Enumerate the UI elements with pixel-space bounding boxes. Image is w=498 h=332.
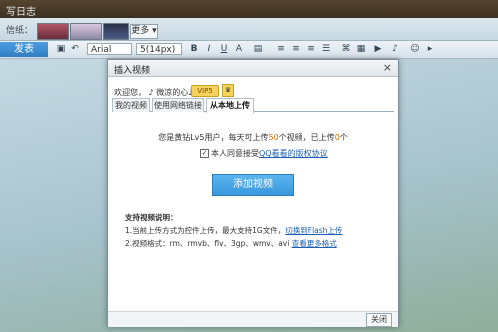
bold-button[interactable]: B — [188, 43, 200, 55]
agreement-row: ✓ 本人同意接受QQ看看的版权协议 — [200, 148, 328, 159]
tab-network-link[interactable]: 使用网络链接 — [152, 98, 204, 112]
insert-video-dialog: 插入视频 × 欢迎您， ♪ 微凉的心♪ VIP5 ♛ 我的视频 使用网络链接 从… — [107, 59, 399, 327]
more-stationery-button[interactable]: 更多 ▾ — [130, 24, 158, 39]
align-right-icon[interactable]: ≡ — [305, 43, 317, 55]
note-2-text: 2.视频格式：rm、rmvb、flv、3gp、wmv、avi — [125, 239, 290, 248]
close-button[interactable]: 关闭 — [366, 313, 392, 327]
stationery-label: 信纸： — [6, 26, 34, 36]
note-2: 2.视频格式：rm、rmvb、flv、3gp、wmv、avi 查看更多格式 — [125, 237, 342, 250]
window-titlebar: 写日志 — [0, 0, 498, 18]
video-icon[interactable]: ▶ — [372, 43, 384, 55]
stationery-thumb-2[interactable] — [70, 23, 102, 40]
add-video-button[interactable]: 添加视频 — [212, 174, 294, 196]
quota-limit: 50 — [268, 133, 279, 142]
vip-badge: VIP5 — [191, 85, 219, 97]
agree-checkbox[interactable]: ✓ — [200, 149, 209, 158]
dialog-header: 插入视频 × — [108, 60, 398, 77]
note-1: 1.当前上传方式为控件上传，最大支持1G文件，切换到Flash上传 — [125, 224, 342, 237]
dialog-footer: 关闭 — [108, 311, 398, 327]
more-tools-icon[interactable]: ▸ — [424, 43, 436, 55]
align-left-icon[interactable]: ≡ — [275, 43, 287, 55]
switch-flash-link[interactable]: 切换到Flash上传 — [285, 226, 342, 235]
stationery-thumb-1[interactable] — [37, 23, 69, 40]
notes-title: 支持视频说明： — [125, 213, 178, 222]
highlight-icon[interactable]: ▤ — [252, 43, 264, 55]
quota-suffix: 个 — [339, 133, 348, 142]
more-formats-link[interactable]: 查看更多格式 — [292, 239, 337, 248]
agree-text: 本人同意接受 — [211, 149, 259, 158]
underline-button[interactable]: U — [218, 43, 230, 55]
publish-button[interactable]: 发表 — [0, 42, 48, 57]
list-icon[interactable]: ☰ — [320, 43, 332, 55]
quota-prefix: 您是黄钻Lv5用户，每天可上传 — [158, 133, 269, 142]
undo-icon[interactable]: ↶ — [69, 43, 81, 55]
tab-local-upload[interactable]: 从本地上传 — [206, 98, 254, 113]
close-icon[interactable]: × — [383, 61, 392, 74]
emoji-icon[interactable]: ☺ — [409, 43, 421, 55]
quota-mid: 个视频，已上传 — [278, 133, 335, 142]
dialog-title: 插入视频 — [114, 66, 151, 76]
font-color-button[interactable]: A — [233, 43, 245, 55]
format-notes: 支持视频说明： 1.当前上传方式为控件上传，最大支持1G文件，切换到Flash上… — [125, 211, 342, 250]
window-title: 写日志 — [6, 7, 36, 18]
italic-button[interactable]: I — [203, 43, 215, 55]
music-icon[interactable]: ♪ — [389, 43, 401, 55]
note-1-text: 1.当前上传方式为控件上传，最大支持1G文件， — [125, 226, 286, 235]
stationery-thumb-3[interactable] — [103, 23, 129, 40]
agreement-link[interactable]: QQ看看的版权协议 — [259, 149, 328, 158]
welcome-text: 欢迎您， ♪ 微凉的心♪ — [114, 88, 194, 97]
align-center-icon[interactable]: ≡ — [290, 43, 302, 55]
crown-icon: ♛ — [222, 84, 234, 97]
image-icon[interactable]: ▦ — [355, 43, 367, 55]
font-family-select[interactable]: Arial — [87, 43, 132, 55]
save-icon[interactable]: ▣ — [55, 43, 67, 55]
upload-quota: 您是黄钻Lv5用户，每天可上传50个视频，已上传0个 — [108, 132, 398, 143]
font-size-select[interactable]: 5(14px) — [136, 43, 182, 55]
tab-my-videos[interactable]: 我的视频 — [112, 98, 150, 112]
link-icon[interactable]: ⌘ — [340, 43, 352, 55]
